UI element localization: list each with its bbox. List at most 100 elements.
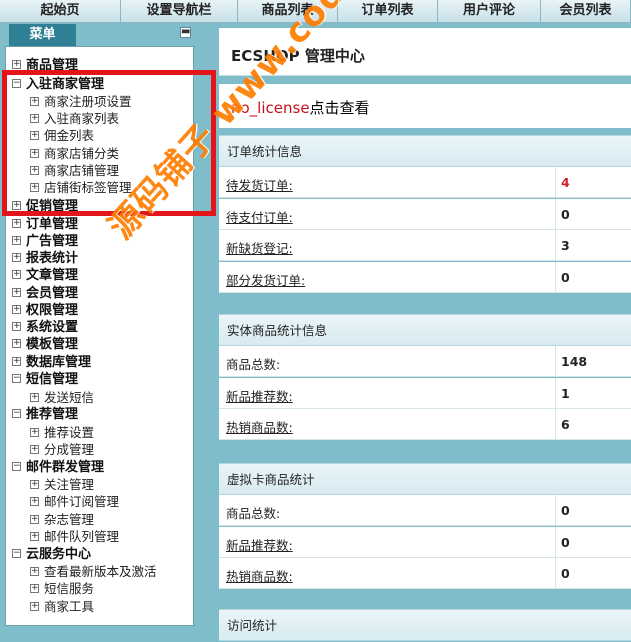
item-box-icon: + <box>30 496 39 506</box>
expand-box-icon: + <box>12 287 21 297</box>
menu-item-5[interactable]: + 佣金列表 <box>30 127 94 144</box>
cell-divider <box>555 558 556 589</box>
menu-group-24[interactable]: − 邮件群发管理 <box>12 459 104 476</box>
stat-value: 3 <box>561 238 570 253</box>
stat-value: 0 <box>561 206 570 222</box>
menu-label: 云服务中心 <box>26 547 92 562</box>
tab-2[interactable]: 设置导航栏 <box>121 0 238 22</box>
menu-item-7[interactable]: + 商家店铺管理 <box>30 162 119 179</box>
tab-1[interactable]: 起始页 <box>0 0 121 22</box>
menu-item-23[interactable]: + 分成管理 <box>30 441 94 458</box>
expand-box-icon: + <box>12 338 21 348</box>
stat-row: 待支付订单: 0 <box>219 198 631 230</box>
cell-divider <box>555 377 556 409</box>
menu-item-32[interactable]: + 商家工具 <box>30 598 94 615</box>
stat-value: 0 <box>561 566 570 581</box>
stat-label[interactable]: 热销商品数: <box>226 566 293 585</box>
menu-item-30[interactable]: + 查看最新版本及激活 <box>30 563 157 580</box>
menu-label: 订单管理 <box>26 217 79 232</box>
menu-group-13[interactable]: + 文章管理 <box>12 267 78 284</box>
menu-group-12[interactable]: + 报表统计 <box>12 250 78 267</box>
stat-label[interactable]: 新缺货登记: <box>226 238 293 257</box>
expand-box-icon: + <box>12 235 21 245</box>
menu-group-2[interactable]: − 入驻商家管理 <box>12 76 104 93</box>
menu-item-20[interactable]: + 发送短信 <box>30 389 94 406</box>
stat-label[interactable]: 热销商品数: <box>226 417 293 436</box>
menu-item-8[interactable]: + 店铺街标签管理 <box>30 179 132 196</box>
menu-item-4[interactable]: + 入驻商家列表 <box>30 110 119 127</box>
expand-box-icon: + <box>12 304 21 314</box>
section-title-2: 实体商品统计信息 <box>219 314 631 346</box>
collapse-box-icon: − <box>12 78 21 88</box>
stat-value: 0 <box>561 269 570 285</box>
stat-label[interactable]: 新品推荐数: <box>226 535 293 554</box>
menu-tab[interactable]: 菜单 <box>9 24 76 46</box>
menu-item-26[interactable]: + 邮件订阅管理 <box>30 493 119 510</box>
menu-item-27[interactable]: + 杂志管理 <box>30 511 94 528</box>
menu-label: 系统设置 <box>26 320 79 335</box>
item-box-icon: + <box>30 531 39 541</box>
menu-group-15[interactable]: + 权限管理 <box>12 302 78 319</box>
menu-label: 邮件订阅管理 <box>44 494 120 509</box>
menu-label: 商家注册项设置 <box>44 94 132 109</box>
collapse-icon[interactable]: ▬ <box>180 27 191 38</box>
item-box-icon: + <box>30 130 39 140</box>
menu-group-29[interactable]: − 云服务中心 <box>12 546 91 563</box>
tab-6[interactable]: 会员列表 <box>541 0 631 22</box>
stat-label[interactable]: 待发货订单: <box>226 175 293 194</box>
menu-item-31[interactable]: + 短信服务 <box>30 580 94 597</box>
expand-box-icon: + <box>12 356 21 366</box>
menu-label: 商品管理 <box>26 58 79 73</box>
cell-divider <box>555 346 556 377</box>
menu-label: 短信管理 <box>26 372 79 387</box>
menu-group-16[interactable]: + 系统设置 <box>12 319 78 336</box>
menu-item-3[interactable]: + 商家注册项设置 <box>30 93 132 110</box>
stat-label[interactable]: 新品推荐数: <box>226 386 293 405</box>
menu-group-14[interactable]: + 会员管理 <box>12 285 78 302</box>
menu-group-18[interactable]: + 数据库管理 <box>12 354 91 371</box>
menu-item-25[interactable]: + 关注管理 <box>30 476 94 493</box>
stat-row: 热销商品数: 6 <box>219 409 631 440</box>
menu-label: 短信服务 <box>44 581 95 596</box>
item-box-icon: + <box>30 182 39 192</box>
license-notice-panel: no_license点击查看 <box>219 84 631 128</box>
stat-label[interactable]: 待支付订单: <box>226 207 293 226</box>
tab-3[interactable]: 商品列表 <box>238 0 338 22</box>
menu-label: 入驻商家管理 <box>26 77 105 92</box>
menu-label: 商家店铺分类 <box>44 146 120 161</box>
expand-box-icon: + <box>12 321 21 331</box>
menu-label: 邮件队列管理 <box>44 529 120 544</box>
stat-label[interactable]: 部分发货订单: <box>226 270 305 289</box>
item-box-icon: + <box>30 96 39 106</box>
menu-group-9[interactable]: + 促销管理 <box>12 198 78 215</box>
tab-5[interactable]: 用户评论 <box>438 0 541 22</box>
stat-label: 商品总数: <box>226 357 281 372</box>
menu-label: 关注管理 <box>44 477 95 492</box>
menu-group-17[interactable]: + 模板管理 <box>12 336 78 353</box>
menu-group-19[interactable]: − 短信管理 <box>12 371 78 388</box>
stat-row: 热销商品数: 0 <box>219 558 631 589</box>
menu-item-28[interactable]: + 邮件队列管理 <box>30 528 119 545</box>
top-nav-bar: 起始页 设置导航栏 商品列表 订单列表 用户评论 会员列表 <box>0 0 631 23</box>
collapse-box-icon: − <box>12 461 21 471</box>
license-notice[interactable]: no_license点击查看 <box>231 97 370 118</box>
item-box-icon: + <box>30 514 39 524</box>
menu-group-11[interactable]: + 广告管理 <box>12 233 78 250</box>
stat-row: 商品总数: 0 <box>219 495 631 526</box>
menu-group-10[interactable]: + 订单管理 <box>12 216 78 233</box>
item-box-icon: + <box>30 392 39 402</box>
item-box-icon: + <box>30 566 39 576</box>
menu-label: 推荐设置 <box>44 425 95 440</box>
menu-label: 商家店铺管理 <box>44 163 120 178</box>
stat-value: 148 <box>561 354 588 369</box>
menu-item-22[interactable]: + 推荐设置 <box>30 424 94 441</box>
stat-value: 0 <box>561 503 570 518</box>
menu-group-1[interactable]: + 商品管理 <box>12 57 78 74</box>
tab-4[interactable]: 订单列表 <box>338 0 438 22</box>
menu-label: 店铺街标签管理 <box>44 180 132 195</box>
menu-label: 查看最新版本及激活 <box>44 564 157 579</box>
menu-group-21[interactable]: − 推荐管理 <box>12 406 78 423</box>
menu-item-6[interactable]: + 商家店铺分类 <box>30 145 119 162</box>
stat-label: 商品总数: <box>226 506 281 521</box>
cell-divider <box>555 261 556 293</box>
